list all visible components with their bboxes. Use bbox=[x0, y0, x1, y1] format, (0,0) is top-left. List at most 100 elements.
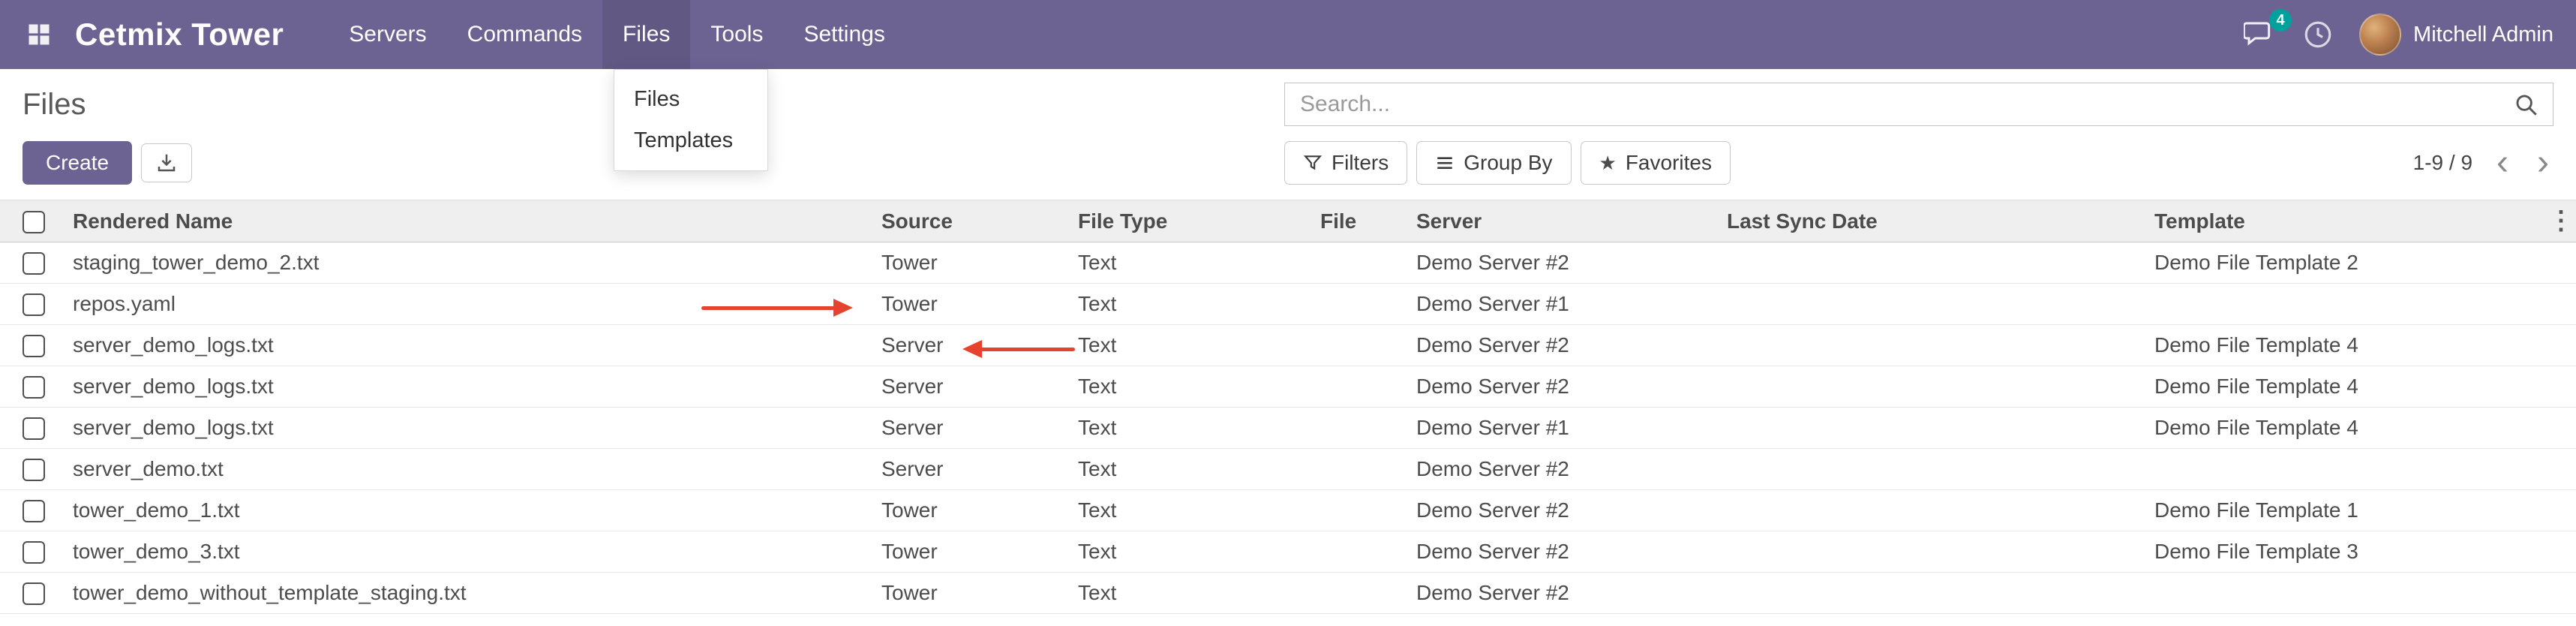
table-row[interactable]: repos.yaml Tower Text Demo Server #1 bbox=[0, 284, 2576, 325]
filters-button[interactable]: Filters bbox=[1284, 141, 1407, 185]
table-row[interactable]: server_demo.txt Server Text Demo Server … bbox=[0, 449, 2576, 490]
column-last-sync-date[interactable]: Last Sync Date bbox=[1718, 200, 2145, 242]
column-file[interactable]: File bbox=[1311, 200, 1407, 242]
cell-source: Server bbox=[872, 366, 1069, 408]
magnifier-icon[interactable] bbox=[2514, 92, 2539, 118]
favorites-button[interactable]: ★ Favorites bbox=[1581, 141, 1731, 185]
menu-item-settings[interactable]: Settings bbox=[783, 0, 905, 69]
cell-rendered-name: tower_demo_1.txt bbox=[64, 490, 872, 531]
table-row[interactable]: server_demo_logs.txt Server Text Demo Se… bbox=[0, 325, 2576, 366]
cell-file bbox=[1311, 490, 1407, 531]
user-menu[interactable]: Mitchell Admin bbox=[2359, 14, 2553, 56]
cell-server: Demo Server #2 bbox=[1407, 325, 1718, 366]
top-navbar: Cetmix Tower Servers Commands Files Tool… bbox=[0, 0, 2576, 69]
menu-item-tools[interactable]: Tools bbox=[690, 0, 783, 69]
row-checkbox[interactable] bbox=[23, 293, 45, 316]
cell-last-sync-date bbox=[1718, 573, 2145, 614]
cell-file bbox=[1311, 408, 1407, 449]
cell-rendered-name: server_demo_logs.txt bbox=[64, 366, 872, 408]
row-checkbox-cell bbox=[0, 242, 64, 284]
row-checkbox[interactable] bbox=[23, 582, 45, 605]
cell-source: Tower bbox=[872, 284, 1069, 325]
kebab-vertical-icon[interactable]: ⋮ bbox=[2548, 206, 2574, 235]
dropdown-item-templates[interactable]: Templates bbox=[614, 120, 767, 161]
search-input[interactable] bbox=[1285, 83, 2553, 125]
funnel-icon bbox=[1303, 153, 1323, 173]
column-server[interactable]: Server bbox=[1407, 200, 1718, 242]
row-checkbox-cell bbox=[0, 366, 64, 408]
cell-rendered-name: tower_demo_without_template_staging.txt bbox=[64, 573, 872, 614]
cell-template: Demo File Template 4 bbox=[2145, 408, 2546, 449]
row-checkbox[interactable] bbox=[23, 459, 45, 481]
table-row[interactable]: server_demo_logs.txt Server Text Demo Se… bbox=[0, 366, 2576, 408]
cell-template bbox=[2145, 449, 2546, 490]
row-checkbox[interactable] bbox=[23, 417, 45, 440]
messages-button[interactable]: 4 bbox=[2244, 20, 2277, 50]
row-checkbox-cell bbox=[0, 531, 64, 573]
create-button[interactable]: Create bbox=[23, 141, 132, 185]
row-checkbox[interactable] bbox=[23, 335, 45, 357]
cell-source: Server bbox=[872, 408, 1069, 449]
cell-template: Demo File Template 2 bbox=[2145, 242, 2546, 284]
table-row[interactable]: staging_tower_demo_2.txt Tower Text Demo… bbox=[0, 242, 2576, 284]
cell-last-sync-date bbox=[1718, 284, 2145, 325]
pager-text: 1-9 / 9 bbox=[2413, 151, 2472, 175]
menu-item-servers[interactable]: Servers bbox=[329, 0, 446, 69]
export-button[interactable] bbox=[141, 143, 192, 182]
cell-file-type: Text bbox=[1069, 325, 1311, 366]
table-row[interactable]: tower_demo_without_template_staging.txt … bbox=[0, 573, 2576, 614]
cell-file bbox=[1311, 284, 1407, 325]
cell-server: Demo Server #2 bbox=[1407, 242, 1718, 284]
activity-button[interactable] bbox=[2302, 19, 2334, 50]
select-all-cell bbox=[0, 200, 64, 242]
menu-item-files[interactable]: Files bbox=[602, 0, 690, 69]
column-options-cell: ⋮ bbox=[2546, 200, 2576, 242]
chevron-left-icon[interactable]: ‹ bbox=[2492, 145, 2513, 181]
column-rendered-name[interactable]: Rendered Name bbox=[64, 200, 872, 242]
search-box bbox=[1284, 83, 2553, 126]
table-row[interactable]: tower_demo_3.txt Tower Text Demo Server … bbox=[0, 531, 2576, 573]
cell-server: Demo Server #1 bbox=[1407, 408, 1718, 449]
group-by-button[interactable]: Group By bbox=[1416, 141, 1571, 185]
cell-server: Demo Server #2 bbox=[1407, 531, 1718, 573]
apps-menu-button[interactable] bbox=[23, 18, 56, 51]
row-checkbox[interactable] bbox=[23, 376, 45, 399]
cell-file-type: Text bbox=[1069, 366, 1311, 408]
cell-server: Demo Server #2 bbox=[1407, 366, 1718, 408]
cell-rendered-name: server_demo.txt bbox=[64, 449, 872, 490]
download-tray-icon bbox=[155, 152, 178, 174]
row-checkbox[interactable] bbox=[23, 500, 45, 522]
cell-template bbox=[2145, 284, 2546, 325]
star-icon: ★ bbox=[1599, 153, 1617, 173]
cell-options bbox=[2546, 242, 2576, 284]
cell-source: Server bbox=[872, 325, 1069, 366]
cell-file bbox=[1311, 325, 1407, 366]
column-source[interactable]: Source bbox=[872, 200, 1069, 242]
menu-item-commands[interactable]: Commands bbox=[447, 0, 602, 69]
cell-file bbox=[1311, 366, 1407, 408]
table-row[interactable]: tower_demo_1.txt Tower Text Demo Server … bbox=[0, 490, 2576, 531]
column-template[interactable]: Template bbox=[2145, 200, 2546, 242]
cell-source: Tower bbox=[872, 573, 1069, 614]
cell-file bbox=[1311, 449, 1407, 490]
dropdown-item-files[interactable]: Files bbox=[614, 79, 767, 120]
cell-options bbox=[2546, 325, 2576, 366]
user-avatar bbox=[2359, 14, 2401, 56]
cell-file bbox=[1311, 573, 1407, 614]
chevron-right-icon[interactable]: › bbox=[2532, 145, 2553, 181]
cell-last-sync-date bbox=[1718, 449, 2145, 490]
table-row[interactable]: server_demo_logs.txt Server Text Demo Se… bbox=[0, 408, 2576, 449]
systray: 4 Mitchell Admin bbox=[2244, 14, 2553, 56]
row-checkbox-cell bbox=[0, 284, 64, 325]
cell-file bbox=[1311, 242, 1407, 284]
cell-server: Demo Server #1 bbox=[1407, 284, 1718, 325]
select-all-checkbox[interactable] bbox=[23, 211, 45, 233]
cell-source: Tower bbox=[872, 531, 1069, 573]
cell-server: Demo Server #2 bbox=[1407, 449, 1718, 490]
table-header-row: Rendered Name Source File Type File Serv… bbox=[0, 200, 2576, 242]
row-checkbox[interactable] bbox=[23, 252, 45, 275]
cell-file-type: Text bbox=[1069, 531, 1311, 573]
row-checkbox[interactable] bbox=[23, 541, 45, 564]
cell-last-sync-date bbox=[1718, 531, 2145, 573]
column-file-type[interactable]: File Type bbox=[1069, 200, 1311, 242]
